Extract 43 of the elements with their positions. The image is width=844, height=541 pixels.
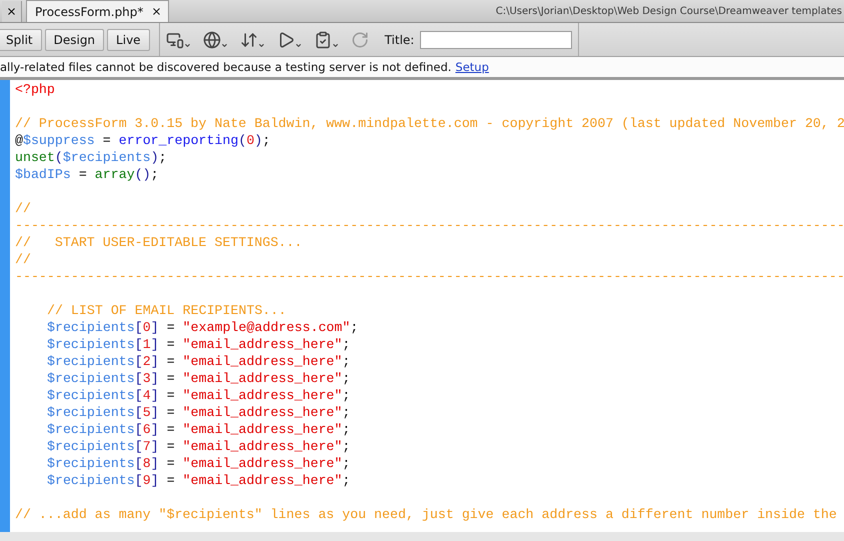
globe-icon xyxy=(202,30,221,48)
view-button[interactable]: Design xyxy=(44,28,104,50)
code-line: @$suppress = error_reporting(0); xyxy=(14,132,270,149)
code-line: $recipients[8] = "email_address_here"; xyxy=(46,455,350,472)
title-label: Title: xyxy=(384,32,414,46)
code-line: -------------------------------------------------------------------------------------------------------- xyxy=(14,217,844,234)
code-line: $recipients[1] = "email_address_here"; xyxy=(46,336,350,353)
close-icon[interactable] xyxy=(151,6,162,17)
code-line: $recipients[7] = "email_address_here"; xyxy=(46,438,350,455)
file-path: C:\Users\Jorian\Desktop\Web Design Course\Dreamweaver templates xyxy=(496,6,843,16)
caret-icon xyxy=(294,42,302,48)
code-line: $recipients[5] = "email_address_here"; xyxy=(46,404,350,421)
setup-link[interactable]: Setup xyxy=(455,60,489,74)
caret-icon xyxy=(184,42,191,48)
code-line: $recipients[9] = "email_address_here"; xyxy=(46,472,350,489)
code-line: $badIPs = array(); xyxy=(14,166,159,183)
code-line: $recipients[2] = "email_address_here"; xyxy=(46,353,350,370)
code-line: $recipients[6] = "email_address_here"; xyxy=(46,421,350,438)
refresh-icon xyxy=(350,30,369,48)
clipboard-check-icon xyxy=(314,30,332,48)
caret-icon xyxy=(258,42,265,48)
code-line: $recipients[4] = "email_address_here"; xyxy=(46,387,350,404)
code-line: // ProcessForm 3.0.15 by Nate Baldwin, www.mindpalette.com - copyright 2007 (last updated November 20, 2 xyxy=(14,115,844,132)
title-field[interactable] xyxy=(420,30,572,48)
code-line: $recipients[3] = "email_address_here"; xyxy=(46,370,350,387)
caret-icon xyxy=(220,42,228,48)
close-icon[interactable] xyxy=(6,6,17,17)
code-line: // xyxy=(14,251,31,268)
code-line: $recipients[0] = "example@address.com"; xyxy=(46,319,358,336)
code-line: // START USER-EDITABLE SETTINGS... xyxy=(14,234,302,251)
code-line: // ...add as many "$recipients" lines as you need, just give each address a different number inside the xyxy=(14,506,837,523)
code-line: unset($recipients); xyxy=(14,149,167,166)
view-button[interactable]: Split xyxy=(0,28,42,50)
code-line: <?php xyxy=(14,81,55,98)
view-button[interactable]: Live xyxy=(107,28,150,50)
caret-icon xyxy=(332,42,339,48)
devices-icon xyxy=(166,30,184,48)
arrows-icon xyxy=(240,30,258,48)
code-line: // LIST OF EMAIL RECIPIENTS... xyxy=(46,302,286,319)
code-line: // xyxy=(14,200,31,217)
code-line: -------------------------------------------------------------------------------------------------------- xyxy=(14,268,844,285)
document-tab[interactable]: ProcessForm.php* xyxy=(26,0,170,22)
info-message: ally-related files cannot be discovered because a testing server is not defined. xyxy=(0,60,452,74)
